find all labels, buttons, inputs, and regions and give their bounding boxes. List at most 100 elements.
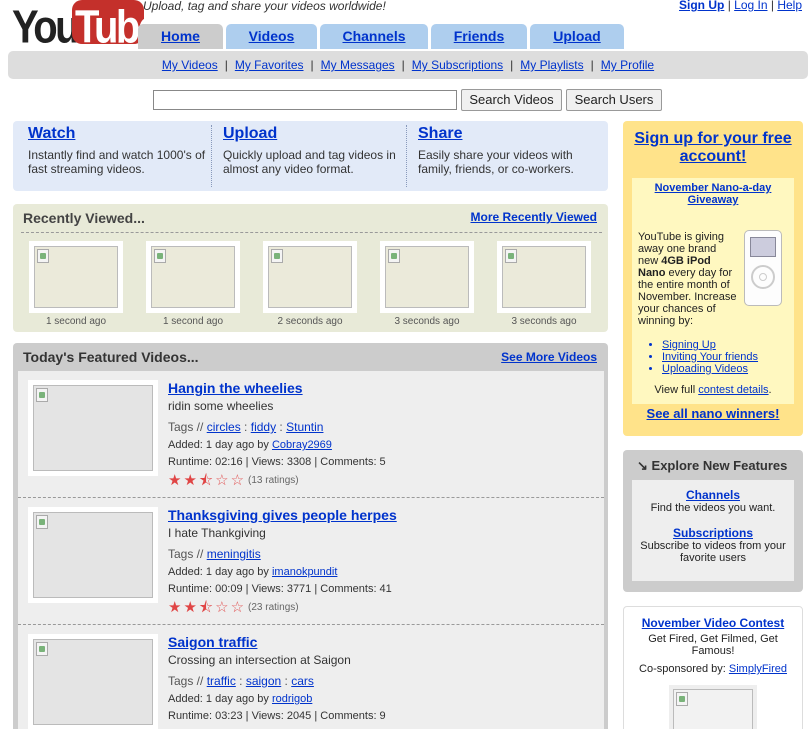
tab-videos-label: Videos [248, 28, 295, 44]
nano-winners-link[interactable]: See all nano winners! [623, 406, 803, 421]
video-thumbnail[interactable] [33, 512, 153, 598]
video-added: Added: 1 day ago by rodrigob [168, 693, 588, 705]
tab-home[interactable]: Home [138, 24, 223, 49]
recent-video[interactable]: 2 seconds ago [263, 241, 357, 327]
viewed-time: 3 seconds ago [394, 316, 460, 327]
contest-details-link[interactable]: contest details [698, 384, 768, 396]
share-link[interactable]: Share [418, 125, 598, 143]
video-added: Added: 1 day ago by Cobray2969 [168, 439, 588, 451]
video-title-link[interactable]: Hangin the wheelies [168, 380, 588, 396]
added-label: Added: 1 day ago by [168, 439, 269, 451]
tab-upload[interactable]: Upload [530, 24, 624, 49]
tag-link[interactable]: traffic [207, 674, 236, 688]
my-messages-link[interactable]: My Messages [321, 58, 395, 72]
recent-video[interactable]: 1 second ago [29, 241, 123, 327]
video-thumbnail[interactable] [502, 246, 586, 308]
broken-image-icon [271, 249, 283, 263]
tag-link[interactable]: circles [207, 420, 241, 434]
video-thumbnail[interactable] [33, 639, 153, 725]
video-contest-desc: Get Fired, Get Filmed, Get Famous! [648, 633, 778, 657]
see-more-videos-link[interactable]: See More Videos [501, 350, 597, 364]
contest-thumbnail[interactable] [673, 689, 753, 729]
tab-friends-label: Friends [453, 28, 505, 44]
divider [21, 232, 602, 233]
tab-friends[interactable]: Friends [431, 24, 527, 49]
viewed-time: 1 second ago [45, 316, 107, 327]
tab-videos[interactable]: Videos [226, 24, 317, 49]
signup-free-account-link[interactable]: Sign up for your free account! [623, 130, 803, 166]
user-link[interactable]: imanokpundit [272, 566, 337, 578]
video-description: Crossing an intersection at Saigon [168, 653, 351, 667]
video-contest-link[interactable]: November Video Contest [624, 616, 802, 630]
features-list: Channels Find the videos you want. Subsc… [632, 480, 794, 581]
ipod-nano-icon [744, 230, 782, 306]
viewed-time: 1 second ago [162, 316, 224, 327]
share-desc: Easily share your videos with family, fr… [418, 148, 574, 176]
added-label: Added: 1 day ago by [168, 693, 269, 705]
my-playlists-link[interactable]: My Playlists [520, 58, 583, 72]
star-rating[interactable]: ★★⯪☆☆ (23 ratings) [168, 600, 588, 615]
contest-details-line: View full contest details. [632, 384, 794, 396]
giveaway-title-link[interactable]: November Nano-a-day Giveaway [632, 182, 794, 206]
tab-channels[interactable]: Channels [320, 24, 428, 49]
tab-upload-label: Upload [553, 28, 601, 44]
viewed-time: 2 seconds ago [277, 316, 343, 327]
youtube-logo[interactable]: You Tube [12, 0, 160, 53]
featured-videos-box: Today's Featured Videos... See More Vide… [13, 343, 608, 729]
video-thumbnail[interactable] [34, 246, 118, 308]
broken-image-icon [676, 692, 688, 706]
featured-title: Today's Featured Videos... [23, 349, 199, 365]
tag-link[interactable]: cars [291, 674, 314, 688]
tag-link[interactable]: fiddy [251, 420, 276, 434]
video-added: Added: 1 day ago by imanokpundit [168, 566, 588, 578]
video-thumbnail[interactable] [385, 246, 469, 308]
star-half-icon: ⯪ [198, 472, 216, 489]
star-empty-icon: ☆ [230, 472, 247, 489]
user-link[interactable]: rodrigob [272, 693, 312, 705]
login-link[interactable]: Log In [734, 0, 767, 12]
tag-link[interactable]: Stuntin [286, 420, 323, 434]
channels-feature-link[interactable]: Channels [632, 488, 794, 502]
my-favorites-link[interactable]: My Favorites [235, 58, 304, 72]
recent-video[interactable]: 1 second ago [146, 241, 240, 327]
inviting-friends-link[interactable]: Inviting Your friends [662, 351, 758, 363]
video-title-link[interactable]: Saigon traffic [168, 634, 588, 650]
my-profile-link[interactable]: My Profile [601, 58, 654, 72]
star-rating[interactable]: ★★⯪☆☆ (13 ratings) [168, 473, 588, 488]
user-link[interactable]: Cobray2969 [272, 439, 332, 451]
recent-video[interactable]: 3 seconds ago [497, 241, 591, 327]
cosponsor-link[interactable]: SimplyFired [729, 663, 787, 675]
my-videos-link[interactable]: My Videos [162, 58, 218, 72]
video-contest-box: November Video Contest Get Fired, Get Fi… [623, 606, 803, 729]
video-thumbnail[interactable] [33, 385, 153, 471]
help-link[interactable]: Help [777, 0, 802, 12]
signup-link[interactable]: Sign Up [679, 0, 724, 12]
uploading-videos-link[interactable]: Uploading Videos [662, 363, 748, 375]
watch-link[interactable]: Watch [28, 125, 208, 143]
tag-link[interactable]: saigon [246, 674, 281, 688]
upload-link[interactable]: Upload [223, 125, 403, 143]
search-input[interactable] [153, 90, 457, 110]
video-title-link[interactable]: Thanksgiving gives people herpes [168, 507, 588, 523]
search-users-button[interactable]: Search Users [566, 89, 662, 111]
featured-video: Thanksgiving gives people herpes I hate … [18, 498, 604, 625]
intro-box: Watch Instantly find and watch 1000's of… [13, 121, 608, 191]
video-thumbnail[interactable] [151, 246, 235, 308]
intro-share: Share Easily share your videos with fami… [418, 125, 598, 176]
my-subscriptions-link[interactable]: My Subscriptions [412, 58, 503, 72]
more-recently-viewed-link[interactable]: More Recently Viewed [471, 210, 598, 224]
video-tags: Tags // meningitis [168, 547, 588, 561]
search-videos-button[interactable]: Search Videos [461, 89, 562, 111]
subscriptions-feature-link[interactable]: Subscriptions [632, 526, 794, 540]
tag-link[interactable]: meningitis [207, 547, 261, 561]
explore-title: ↘ Explore New Features [637, 458, 787, 474]
user-links: Sign Up | Log In | Help [679, 0, 802, 12]
recent-video[interactable]: 3 seconds ago [380, 241, 474, 327]
video-thumbnail[interactable] [268, 246, 352, 308]
star-full-icon: ★ [183, 472, 199, 489]
contest-pre: View full [654, 384, 699, 396]
broken-image-icon [36, 642, 48, 656]
explore-features-box: ↘ Explore New Features Channels Find the… [623, 450, 803, 592]
contest-post: . [768, 384, 772, 396]
signing-up-link[interactable]: Signing Up [662, 339, 716, 351]
